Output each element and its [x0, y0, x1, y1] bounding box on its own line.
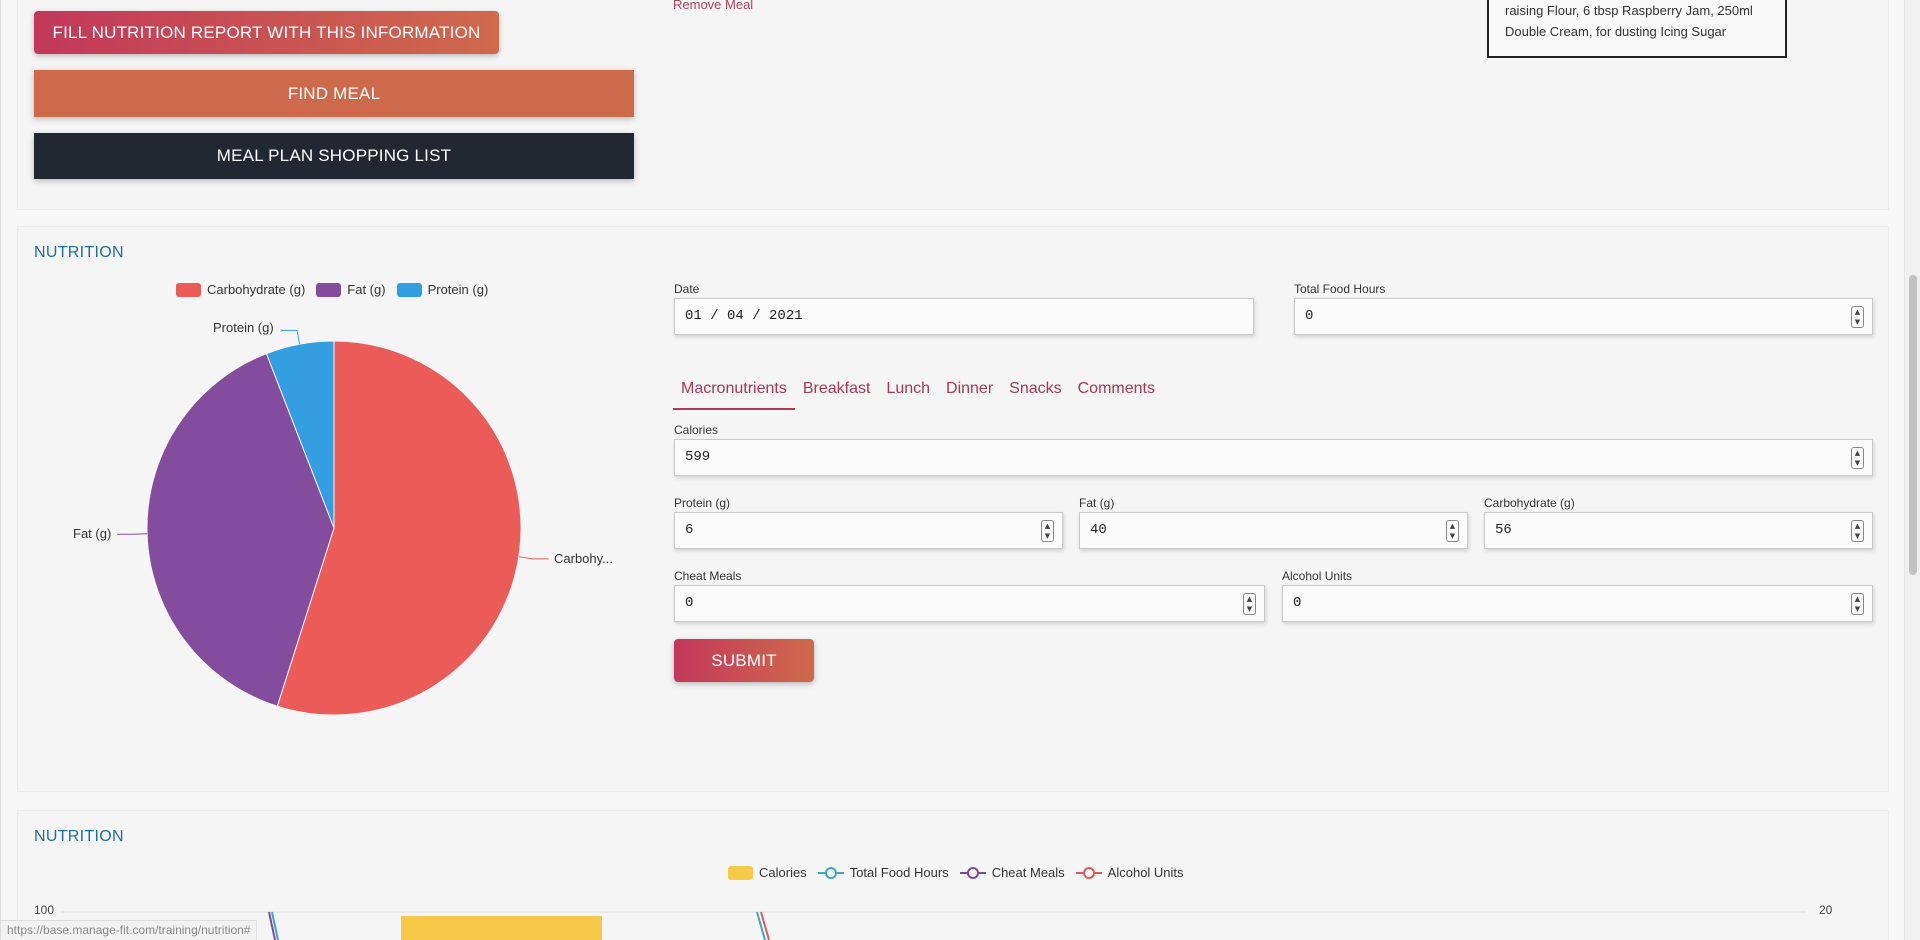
legend-item[interactable]: Carbohydrate (g)	[176, 282, 305, 297]
alcohol-units-value: 0	[1293, 595, 1302, 611]
spinner-icon[interactable]: ▲ ▼	[1243, 593, 1256, 615]
tab-macronutrients[interactable]: Macronutrients	[673, 376, 795, 410]
spinner-icon[interactable]: ▲ ▼	[1851, 306, 1864, 328]
legend-label: Cheat Meals	[991, 865, 1065, 880]
legend-swatch	[316, 282, 342, 297]
pie-legend: Carbohydrate (g) Fat (g) Protein (g)	[176, 282, 499, 297]
find-meal-button[interactable]: FIND MEAL	[34, 70, 634, 117]
tab-comments[interactable]: Comments	[1070, 376, 1163, 410]
macronutrient-pie-chart	[117, 329, 549, 716]
legend-label: Protein (g)	[427, 282, 489, 297]
legend-swatch	[959, 866, 986, 880]
tab-snacks[interactable]: Snacks	[1001, 376, 1069, 410]
legend-item[interactable]: Total Food Hours	[817, 865, 949, 880]
food-hours-input[interactable]: 0 ▲ ▼	[1294, 298, 1873, 335]
pie-label-protein: Protein (g)	[213, 320, 274, 335]
legend-label: Fat (g)	[347, 282, 386, 297]
protein-input[interactable]: 6 ▲ ▼	[674, 512, 1063, 549]
legend-label: Calories	[759, 865, 807, 880]
cheat-meals-input[interactable]: 0 ▲ ▼	[674, 585, 1265, 622]
food-hours-value: 0	[1305, 308, 1314, 324]
legend-item[interactable]: Protein (g)	[396, 282, 489, 297]
legend-swatch	[176, 282, 201, 297]
legend-item[interactable]: Fat (g)	[316, 282, 386, 297]
cheat-meals-value: 0	[685, 595, 694, 611]
nutrition-section-title: NUTRITION	[34, 244, 124, 261]
cheat-meals-label: Cheat Meals	[674, 569, 742, 583]
carbohydrate-value: 56	[1495, 522, 1512, 538]
scrollbar-thumb[interactable]	[1909, 275, 1917, 575]
legend-label: Carbohydrate (g)	[207, 282, 306, 297]
legend-label: Alcohol Units	[1107, 865, 1184, 880]
legend-swatch	[817, 866, 844, 880]
calories-value: 599	[685, 449, 711, 465]
meal-plan-shopping-list-button[interactable]: MEAL PLAN SHOPPING LIST	[34, 133, 634, 179]
fat-input[interactable]: 40 ▲ ▼	[1079, 512, 1468, 549]
history-chart	[61, 911, 1806, 940]
page: FILL NUTRITION REPORT WITH THIS INFORMAT…	[0, 0, 1904, 940]
spinner-icon[interactable]: ▲ ▼	[1446, 520, 1459, 542]
nutrition-history-title: NUTRITION	[34, 828, 124, 845]
submit-button[interactable]: SUBMIT	[674, 639, 814, 682]
alcohol-units-input[interactable]: 0 ▲ ▼	[1282, 585, 1873, 622]
alcohol-units-line	[760, 911, 770, 940]
tab-breakfast[interactable]: Breakfast	[795, 376, 879, 410]
spinner-icon[interactable]: ▲ ▼	[1851, 447, 1864, 469]
pie-leader-line	[281, 329, 301, 345]
page-scrollbar[interactable]	[1904, 0, 1920, 940]
recipe-ingredients-box: raising Flour, 6 tbsp Raspberry Jam, 250…	[1487, 0, 1787, 58]
date-value: 01 / 04 / 2021	[685, 308, 803, 324]
calories-input[interactable]: 599 ▲ ▼	[674, 439, 1873, 476]
carbohydrate-label: Carbohydrate (g)	[1484, 496, 1575, 510]
legend-item[interactable]: Calories	[728, 865, 807, 880]
tab-lunch[interactable]: Lunch	[878, 376, 938, 410]
legend-swatch	[1075, 866, 1102, 880]
spinner-icon[interactable]: ▲ ▼	[1041, 520, 1054, 542]
recipe-line: raising Flour, 6 tbsp Raspberry Jam, 250…	[1505, 3, 1753, 18]
fill-nutrition-report-button[interactable]: FILL NUTRITION REPORT WITH THIS INFORMAT…	[34, 11, 499, 54]
nutrition-tabs: Macronutrients Breakfast Lunch Dinner Snacks…	[673, 376, 1163, 410]
calories-bar	[401, 916, 602, 940]
history-chart-legend: Calories Total Food Hours Cheat Meals Alcoh…	[728, 865, 1195, 880]
fat-label: Fat (g)	[1079, 496, 1115, 510]
pie-label-carbohydrate: Carbohy...	[554, 551, 614, 566]
total-food-hours-line	[756, 911, 766, 940]
pie-label-fat: Fat (g)	[73, 526, 112, 541]
date-input[interactable]: 01 / 04 / 2021	[674, 298, 1254, 335]
legend-item[interactable]: Cheat Meals	[959, 865, 1065, 880]
date-label: Date	[674, 282, 700, 296]
protein-label: Protein (g)	[674, 496, 731, 510]
carbohydrate-input[interactable]: 56 ▲ ▼	[1484, 512, 1873, 549]
pie-leader-line	[518, 556, 549, 560]
fat-value: 40	[1090, 522, 1107, 538]
legend-item[interactable]: Alcohol Units	[1075, 865, 1184, 880]
legend-label: Total Food Hours	[849, 865, 949, 880]
tab-dinner[interactable]: Dinner	[938, 376, 1001, 410]
protein-value: 6	[685, 522, 694, 538]
legend-swatch	[728, 865, 753, 880]
spinner-icon[interactable]: ▲ ▼	[1851, 520, 1864, 542]
food-hours-label: Total Food Hours	[1294, 282, 1386, 296]
recipe-line: Double Cream, for dusting Icing Sugar	[1505, 24, 1727, 39]
legend-swatch	[396, 282, 422, 297]
spinner-icon[interactable]: ▲ ▼	[1851, 593, 1864, 615]
calories-label: Calories	[674, 423, 719, 437]
remove-meal-link[interactable]: Remove Meal	[673, 0, 753, 12]
alcohol-units-label: Alcohol Units	[1282, 569, 1353, 583]
status-bar-url: https://base.manage-fit.com/training/nut…	[1, 920, 258, 940]
